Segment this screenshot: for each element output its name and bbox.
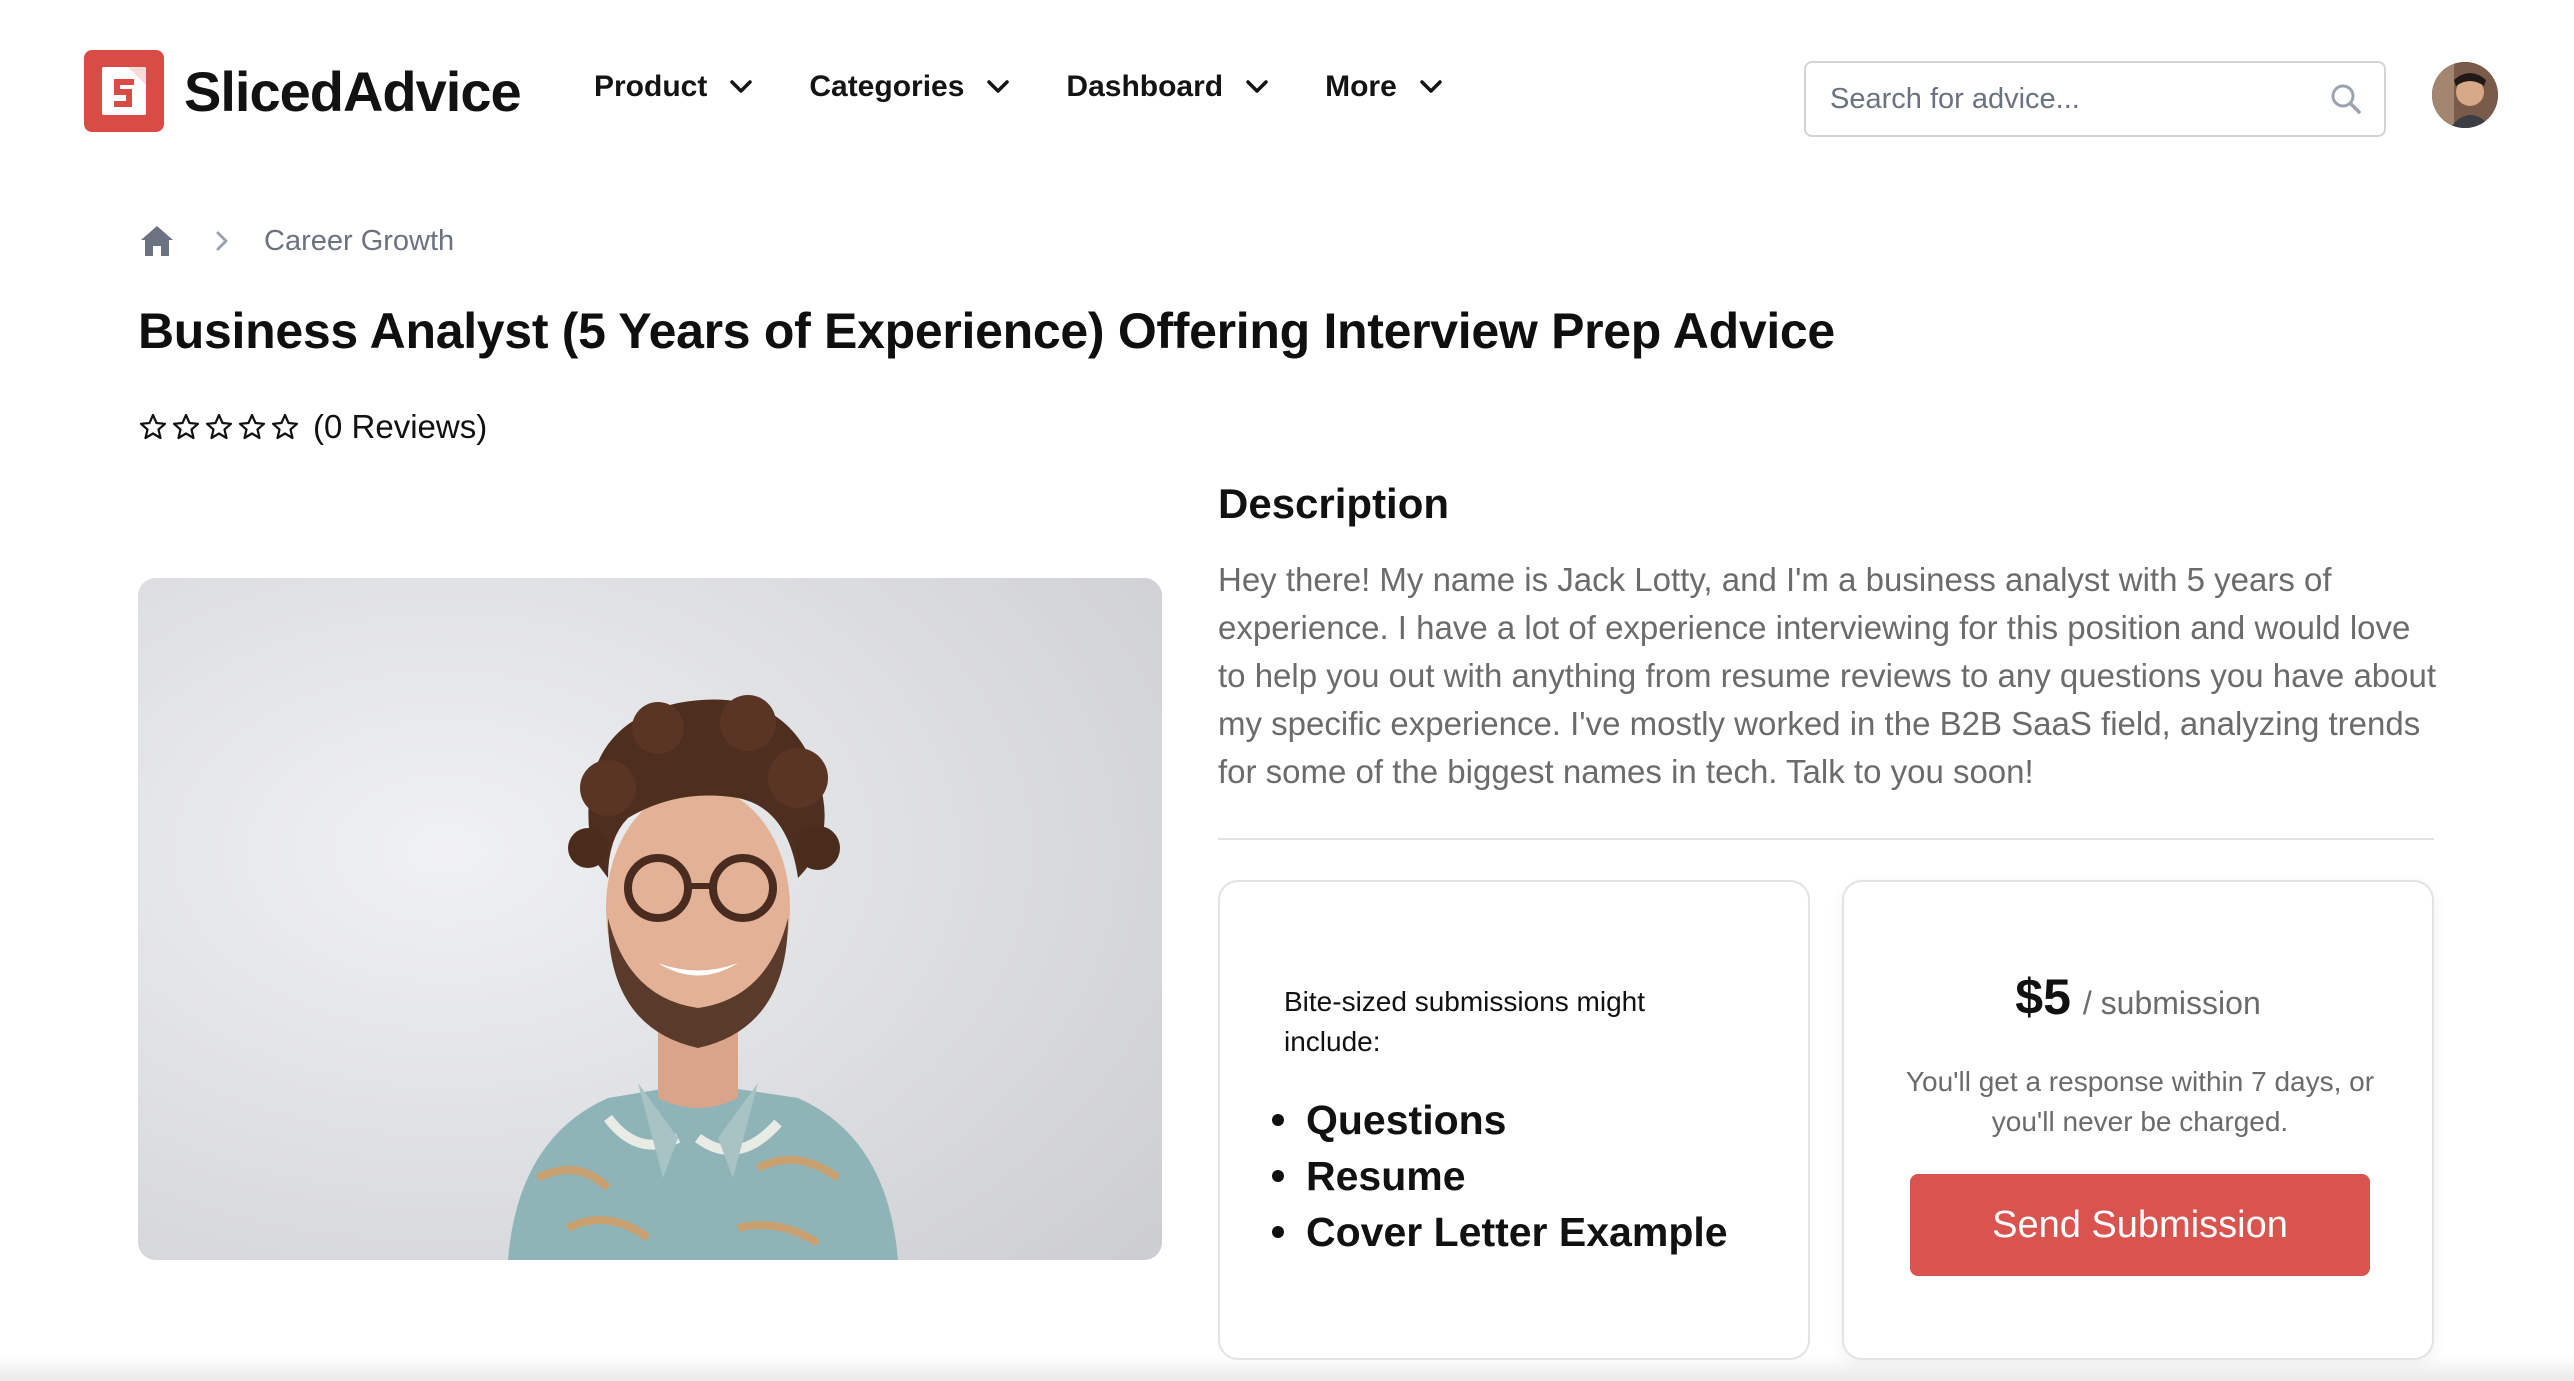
star-outline-icon [271,413,299,440]
price-unit: / submission [2082,985,2261,1021]
description-text: Hey there! My name is Jack Lotty, and I'… [1218,561,2437,790]
nav-categories-label: Categories [809,70,965,103]
list-item-label: Resume [1306,1153,1466,1199]
list-item: Resume [1272,1148,1728,1204]
nav-product[interactable]: Product [594,70,753,104]
description-heading: Description [1218,480,1450,527]
chevron-down-icon [987,80,1010,93]
nav-more[interactable]: More [1325,70,1443,104]
star-outline-icon [139,413,167,440]
nav-product-label: Product [594,70,708,103]
advisor-photo [138,578,1162,1260]
rating: (0 Reviews) [138,408,487,446]
bullet-icon [1272,1170,1284,1182]
star-outline-icon [205,413,233,440]
home-icon[interactable] [138,222,176,260]
includes-card: Bite-sized submissions might include: Qu… [1218,880,1810,1360]
main-nav: Product Categories Dashboard More [594,70,1499,104]
page: SlicedAdvice Product Categories Dashboar… [0,0,2574,1381]
bullet-icon [1272,1226,1284,1238]
list-item-label: Questions [1306,1097,1507,1143]
breadcrumb: Career Growth [138,222,454,260]
pricing-card: $5 / submission You'll get a response wi… [1842,880,2434,1360]
list-item-label: Cover Letter Example [1306,1209,1728,1255]
divider [1218,838,2434,840]
list-item: Questions [1272,1092,1728,1148]
brand-name: SlicedAdvice [184,59,522,123]
includes-list: Questions Resume Cover Letter Example [1272,1092,1728,1260]
chevron-down-icon [1246,80,1268,93]
nav-categories[interactable]: Categories [809,70,1010,104]
send-submission-button[interactable]: Send Submission [1910,1174,2370,1276]
search-icon[interactable] [2328,81,2364,117]
review-count[interactable]: (0 Reviews) [313,408,487,446]
list-item: Cover Letter Example [1272,1204,1728,1260]
scroll-shadow [0,1356,2574,1381]
guarantee-text: You'll get a response within 7 days, or … [1905,1066,2375,1137]
star-outline-icon [238,413,266,440]
search-box [1804,61,2386,137]
nav-dashboard[interactable]: Dashboard [1066,70,1269,104]
bullet-icon [1272,1114,1284,1126]
chevron-down-icon [1420,80,1442,93]
search-input[interactable] [1806,82,2328,116]
star-outline-icon [172,413,200,440]
price-row: $5 / submission [1844,968,2432,1026]
logo-icon [84,50,164,132]
avatar[interactable] [2432,62,2498,128]
chevron-down-icon [730,80,753,93]
brand-logo[interactable]: SlicedAdvice [84,50,522,132]
nav-more-label: More [1325,70,1397,103]
price: $5 [2015,969,2071,1025]
star-rating[interactable] [138,412,303,442]
page-title: Business Analyst (5 Years of Experience)… [138,303,1835,359]
breadcrumb-current[interactable]: Career Growth [264,225,454,258]
chevron-right-icon [216,231,228,251]
nav-dashboard-label: Dashboard [1066,70,1224,103]
includes-label: Bite-sized submissions might include: [1284,986,1646,1057]
top-nav-bar: SlicedAdvice Product Categories Dashboar… [0,0,2574,190]
